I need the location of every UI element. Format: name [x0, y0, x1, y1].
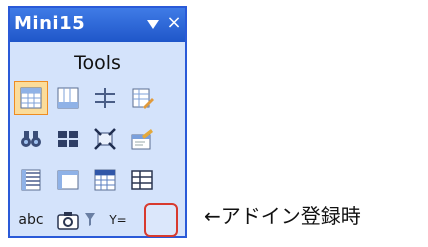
- tool-button-properties[interactable]: [125, 122, 159, 156]
- chevron-down-icon[interactable]: [146, 16, 160, 32]
- frame-icon: [55, 167, 81, 193]
- filter-label: Y=: [109, 213, 127, 227]
- abc-spell-icon: abc: [18, 212, 43, 228]
- tool-button-abc-spell[interactable]: abc: [14, 203, 48, 237]
- title-bar[interactable]: Mini15 ×: [10, 8, 185, 42]
- tool-button-camera[interactable]: [51, 203, 85, 237]
- annotation-label: ←アドイン登録時: [204, 204, 361, 228]
- tool-button-form-layout[interactable]: [14, 163, 48, 197]
- addin-slot-button[interactable]: [144, 203, 178, 237]
- tools-header: Tools: [74, 52, 121, 74]
- palette-title: Mini15: [14, 13, 86, 34]
- tool-button-list-table[interactable]: [125, 163, 159, 197]
- split-view-icon: [55, 126, 81, 152]
- tool-button-cross-lines[interactable]: [88, 81, 122, 115]
- binoculars-icon: [18, 126, 44, 152]
- tool-button-table-grid[interactable]: [14, 81, 48, 115]
- tools-palette: Mini15 × Tools abc Y=: [8, 6, 187, 238]
- tool-button-table-edit[interactable]: [125, 81, 159, 115]
- tool-button-binoculars[interactable]: [14, 122, 48, 156]
- list-table-icon: [129, 167, 155, 193]
- tool-button-split-view[interactable]: [51, 122, 85, 156]
- tool-button-resize[interactable]: [88, 122, 122, 156]
- abc-spell-label: abc: [18, 212, 44, 228]
- grid-data-icon: [92, 167, 118, 193]
- properties-icon: [129, 126, 155, 152]
- form-layout-icon: [18, 167, 44, 193]
- close-icon[interactable]: ×: [166, 10, 182, 36]
- camera-icon: [55, 207, 81, 233]
- cross-lines-icon: [92, 85, 118, 111]
- tool-button-frame[interactable]: [51, 163, 85, 197]
- tool-button-table-columns[interactable]: [51, 81, 85, 115]
- filter-icon: Y=: [83, 207, 127, 233]
- tool-button-filter[interactable]: Y=: [85, 203, 127, 237]
- tool-button-grid-data[interactable]: [88, 163, 122, 197]
- resize-icon: [92, 126, 118, 152]
- table-grid-icon: [18, 85, 44, 111]
- table-columns-icon: [55, 85, 81, 111]
- table-edit-icon: [129, 85, 155, 111]
